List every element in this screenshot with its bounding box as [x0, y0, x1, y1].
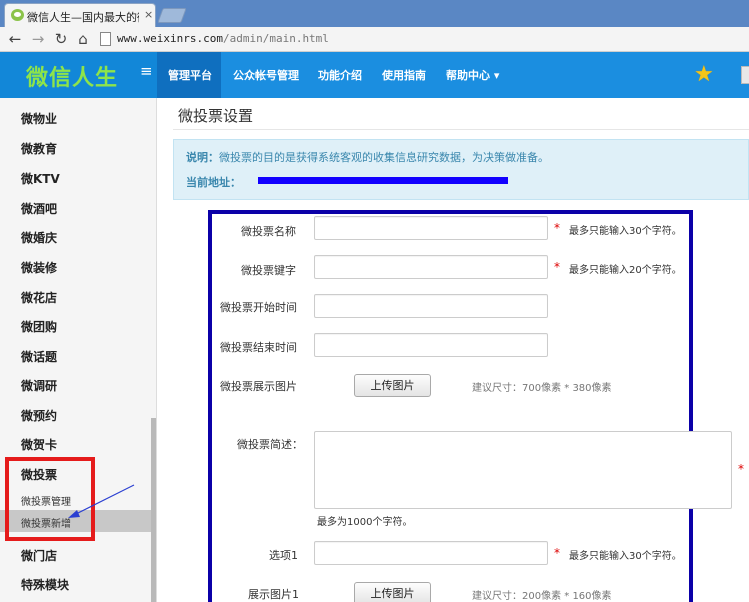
vote-name-input[interactable]	[314, 216, 548, 240]
option1-hint: 最多只能输入30个字符。	[569, 551, 682, 562]
site-logo[interactable]: 微信人生	[26, 60, 118, 92]
new-tab-button[interactable]	[157, 8, 187, 23]
upload-image-button[interactable]: 上传图片	[354, 374, 431, 397]
vote-end-time-label: 微投票结束时间	[220, 341, 297, 354]
nav-item-account-management[interactable]: 公众帐号管理	[233, 67, 299, 83]
sidebar-item-greeting-card[interactable]: 微贺卡	[21, 436, 57, 453]
home-icon[interactable]: ⌂	[73, 30, 93, 48]
logo-area: 微信人生 ≡	[0, 52, 157, 98]
sidebar-scrollbar[interactable]	[151, 418, 156, 602]
required-mark: *	[738, 462, 744, 476]
tab-title: 微信人生—国内最大的微信	[27, 11, 139, 24]
option1-input[interactable]	[314, 541, 548, 565]
sidebar-item-decoration[interactable]: 微装修	[21, 259, 57, 276]
nav-item-guide[interactable]: 使用指南	[382, 67, 426, 83]
option1-label: 选项1	[269, 549, 298, 562]
sidebar-item-ktv[interactable]: 微KTV	[21, 170, 60, 187]
tab-close-icon[interactable]: ×	[144, 8, 153, 21]
menu-toggle-icon[interactable]: ≡	[140, 62, 153, 80]
required-mark: *	[554, 546, 560, 560]
vote-image-label: 微投票展示图片	[220, 380, 297, 393]
main-content: 微投票设置 说明：微投票的目的是获得系统客观的收集信息研究数据，为决策做准备。 …	[157, 98, 749, 602]
current-address-label: 当前地址：	[186, 176, 241, 189]
vote-description-hint: 最多为1000个字符。	[317, 517, 413, 528]
vote-name-hint: 最多只能输入30个字符。	[569, 226, 682, 237]
option1-image-size-hint: 建议尺寸：200像素 * 160像素	[472, 591, 612, 602]
vote-description-textarea[interactable]	[314, 431, 732, 509]
sidebar-item-flower-shop[interactable]: 微花店	[21, 289, 57, 306]
sidebar-item-booking[interactable]: 微预约	[21, 407, 57, 424]
vote-keyword-hint: 最多只能输入20个字符。	[569, 265, 682, 276]
url-path: /admin/main.html	[222, 32, 329, 45]
required-mark: *	[554, 221, 560, 235]
sidebar-item-bar[interactable]: 微酒吧	[21, 200, 57, 217]
app-header: 微信人生 ≡ 管理平台 公众帐号管理 功能介绍 使用指南 帮助中心 ▾ ★	[0, 52, 749, 98]
sidebar-item-wedding[interactable]: 微婚庆	[21, 229, 57, 246]
star-icon[interactable]: ★	[694, 62, 714, 87]
browser-toolbar: ← → ↻ ⌂ www.weixinrs.com/admin/main.html	[0, 27, 749, 52]
info-label: 说明：	[186, 151, 219, 164]
vote-start-time-input[interactable]	[314, 294, 548, 318]
vote-name-label: 微投票名称	[241, 225, 296, 238]
required-mark: *	[554, 260, 560, 274]
reload-icon[interactable]: ↻	[51, 30, 71, 48]
browser-tab-bar: 微信人生—国内最大的微信 ×	[0, 0, 749, 27]
sidebar-item-survey[interactable]: 微调研	[21, 377, 57, 394]
info-description: 说明：微投票的目的是获得系统客观的收集信息研究数据，为决策做准备。	[186, 149, 549, 165]
vote-start-time-label: 微投票开始时间	[220, 301, 297, 314]
url-host: www.weixinrs.com	[117, 32, 223, 45]
sidebar-item-store[interactable]: 微门店	[21, 547, 57, 564]
nav-item-admin-platform[interactable]: 管理平台	[168, 67, 212, 83]
sidebar-item-topic[interactable]: 微话题	[21, 348, 57, 365]
sidebar: 微物业 微教育 微KTV 微酒吧 微婚庆 微装修 微花店 微团购 微话题 微调研…	[0, 98, 157, 602]
sidebar-item-education[interactable]: 微教育	[21, 140, 57, 157]
title-divider	[173, 129, 749, 130]
redacted-address-bar	[258, 177, 508, 184]
nav-item-help-center[interactable]: 帮助中心 ▾	[446, 67, 499, 83]
info-text: 微投票的目的是获得系统客观的收集信息研究数据，为决策做准备。	[219, 151, 549, 164]
wechat-favicon-icon	[11, 9, 24, 21]
page-icon	[100, 32, 111, 46]
address-bar[interactable]: www.weixinrs.com/admin/main.html	[117, 32, 329, 45]
vote-keyword-label: 微投票键字	[241, 264, 296, 277]
sidebar-item-group-buy[interactable]: 微团购	[21, 318, 57, 335]
vote-end-time-input[interactable]	[314, 333, 548, 357]
sidebar-item-special-modules[interactable]: 特殊模块	[21, 576, 69, 593]
option1-upload-button[interactable]: 上传图片	[354, 582, 431, 602]
vote-description-label: 微投票简述：	[237, 438, 303, 451]
vote-image-size-hint: 建议尺寸：700像素 * 380像素	[472, 383, 612, 394]
page-title: 微投票设置	[178, 107, 254, 125]
option1-image-label: 展示图片1	[248, 588, 299, 601]
browser-tab[interactable]: 微信人生—国内最大的微信 ×	[4, 3, 156, 27]
vote-keyword-input[interactable]	[314, 255, 548, 279]
arrow-annotation-icon	[68, 484, 135, 518]
back-icon[interactable]: ←	[5, 30, 25, 48]
nav-item-features[interactable]: 功能介绍	[318, 67, 362, 83]
info-box: 说明：微投票的目的是获得系统客观的收集信息研究数据，为决策做准备。 当前地址：	[173, 139, 749, 200]
sidebar-item-property[interactable]: 微物业	[21, 110, 57, 127]
header-user-button[interactable]	[741, 66, 749, 84]
forward-icon[interactable]: →	[28, 30, 48, 48]
